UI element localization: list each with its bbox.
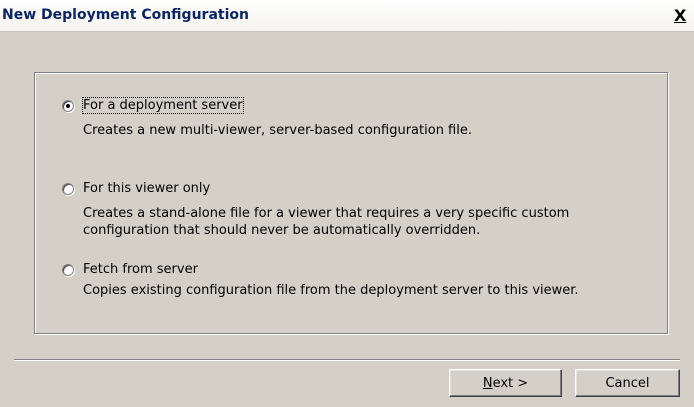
fetch-from-server-description: Copies existing configuration file from … xyxy=(83,282,579,299)
viewer-only-radio[interactable] xyxy=(62,182,74,195)
viewer-only-label[interactable]: For this viewer only xyxy=(83,181,210,196)
title-bar[interactable]: New Deployment Configuration X xyxy=(0,0,694,32)
window-title: New Deployment Configuration xyxy=(2,7,249,23)
fetch-from-server-label[interactable]: Fetch from server xyxy=(83,262,198,277)
next-accelerator: N xyxy=(482,375,493,391)
option-deployment-server[interactable]: For a deployment server Creates a new mu… xyxy=(62,97,472,139)
description-line: Copies existing configuration file from … xyxy=(83,283,579,298)
fetch-from-server-radio[interactable] xyxy=(62,263,74,276)
deployment-server-description: Creates a new multi-viewer, server-based… xyxy=(83,122,472,139)
deployment-server-label[interactable]: For a deployment server xyxy=(82,97,244,114)
viewer-only-description: Creates a stand-alone file for a viewer … xyxy=(83,205,569,239)
option-viewer-only[interactable]: For this viewer only Creates a stand-alo… xyxy=(62,181,569,239)
description-line: Creates a stand-alone file for a viewer … xyxy=(83,206,570,221)
button-separator xyxy=(14,359,680,361)
option-fetch-from-server[interactable]: Fetch from server Copies existing config… xyxy=(62,262,579,299)
next-label: ext > xyxy=(492,375,529,391)
description-line: Creates a new multi-viewer, server-based… xyxy=(83,123,472,138)
close-icon[interactable]: X xyxy=(674,6,694,26)
cancel-button[interactable]: Cancel xyxy=(575,369,680,397)
next-button[interactable]: Next > xyxy=(449,369,562,397)
deployment-server-radio[interactable] xyxy=(62,99,74,112)
description-line: configuration that should never be autom… xyxy=(83,223,481,238)
